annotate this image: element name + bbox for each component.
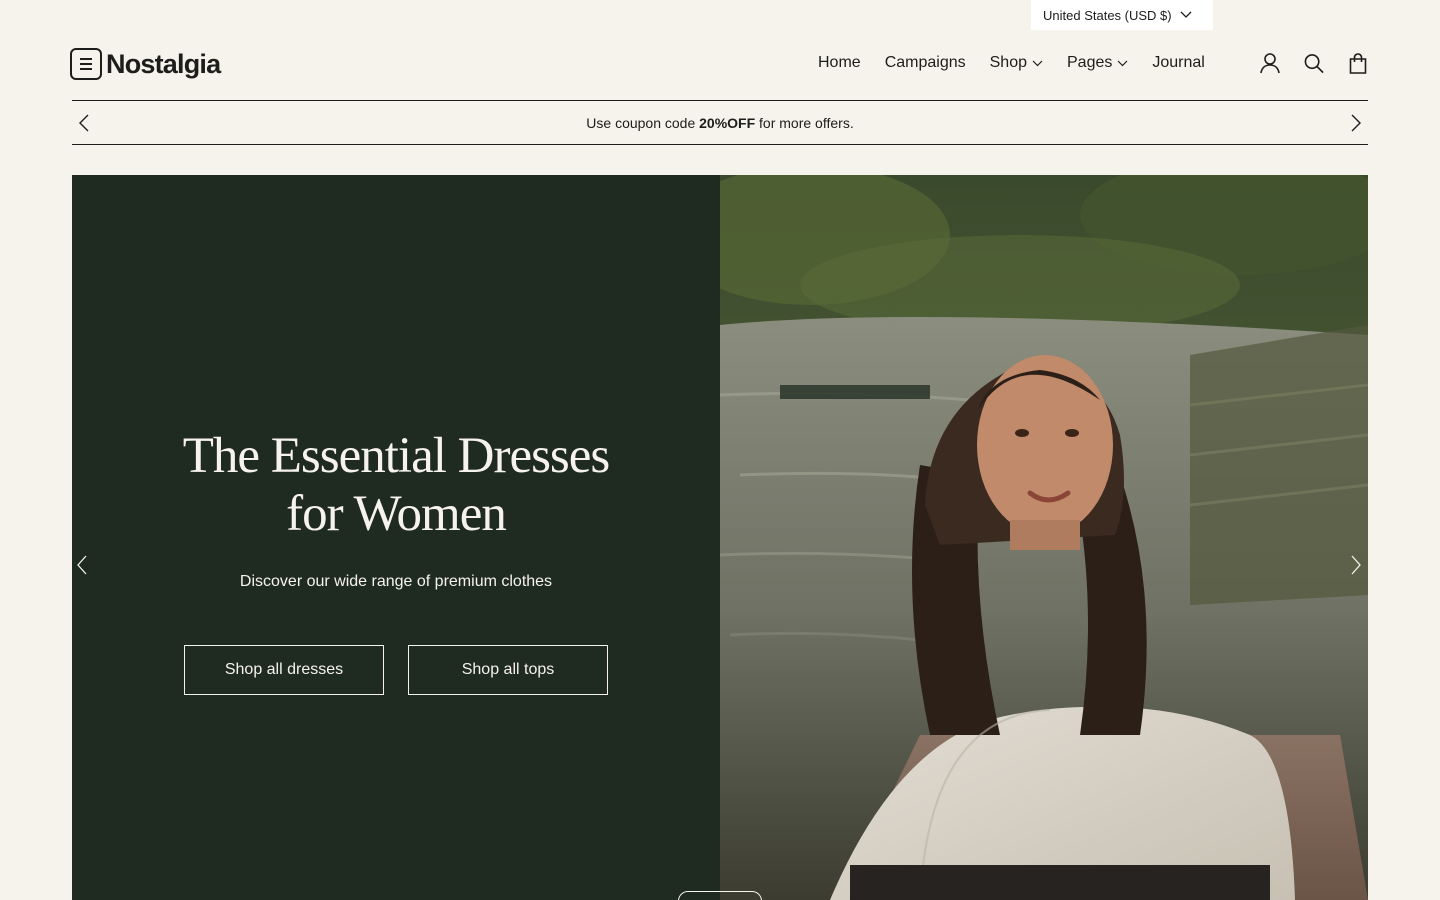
currency-selector[interactable]: United States (USD $): [1031, 0, 1213, 30]
site-header: Nostalgia Home Campaigns Shop Pages Jour…: [70, 44, 1368, 84]
hero-slideshow: The Essential Dresses for Women Discover…: [72, 175, 1368, 900]
nav-label: Home: [818, 54, 861, 71]
hero-text-panel: The Essential Dresses for Women Discover…: [72, 175, 720, 900]
nav-item-campaigns[interactable]: Campaigns: [885, 54, 966, 72]
announcement-prefix: Use coupon code: [586, 114, 700, 131]
hero-title-line: for Women: [286, 486, 507, 542]
shop-all-tops-button[interactable]: Shop all tops: [408, 645, 608, 695]
nav-label: Campaigns: [884, 54, 966, 71]
search-icon[interactable]: [1304, 52, 1324, 74]
hero-title: The Essential Dresses for Women: [72, 427, 720, 543]
cart-icon[interactable]: [1348, 52, 1368, 74]
currency-label: United States (USD $): [1043, 7, 1172, 23]
nav-label: Journal: [1152, 54, 1205, 71]
chevron-down-icon: [1032, 58, 1043, 69]
hero-image: [720, 175, 1368, 900]
main-nav: Home Campaigns Shop Pages Journal: [818, 54, 1205, 72]
hero-title-line: The Essential Dresses: [182, 428, 611, 484]
header-icons: [1260, 52, 1368, 74]
brand-name: Nostalgia: [106, 49, 221, 79]
nav-label: Pages: [1067, 54, 1113, 71]
nav-label: Shop: [989, 54, 1027, 71]
chevron-left-icon[interactable]: [72, 555, 92, 575]
announcement-bar: Use coupon code 20%OFF for more offers.: [72, 100, 1368, 145]
hero-subtitle: Discover our wide range of premium cloth…: [239, 573, 553, 590]
chevron-left-icon[interactable]: [74, 113, 94, 133]
chevron-down-icon: [1180, 9, 1192, 21]
account-icon[interactable]: [1260, 52, 1280, 74]
nav-item-home[interactable]: Home: [818, 54, 861, 72]
hero-photo: [720, 175, 1368, 900]
coupon-code: 20%OFF: [699, 114, 756, 131]
announcement-suffix: for more offers.: [755, 114, 854, 131]
logo-link[interactable]: Nostalgia: [70, 48, 221, 80]
hamburger-menu-icon[interactable]: [70, 48, 102, 80]
nav-item-pages[interactable]: Pages: [1067, 54, 1128, 72]
chevron-down-icon: [1117, 58, 1128, 69]
announcement-text: Use coupon code 20%OFF for more offers.: [586, 115, 853, 131]
nav-item-journal[interactable]: Journal: [1152, 54, 1204, 72]
nav-item-shop[interactable]: Shop: [990, 54, 1043, 72]
chevron-right-icon[interactable]: [1346, 113, 1366, 133]
chevron-right-icon[interactable]: [1346, 555, 1366, 575]
slideshow-pagination[interactable]: [678, 891, 762, 900]
shop-all-dresses-button[interactable]: Shop all dresses: [184, 645, 384, 695]
